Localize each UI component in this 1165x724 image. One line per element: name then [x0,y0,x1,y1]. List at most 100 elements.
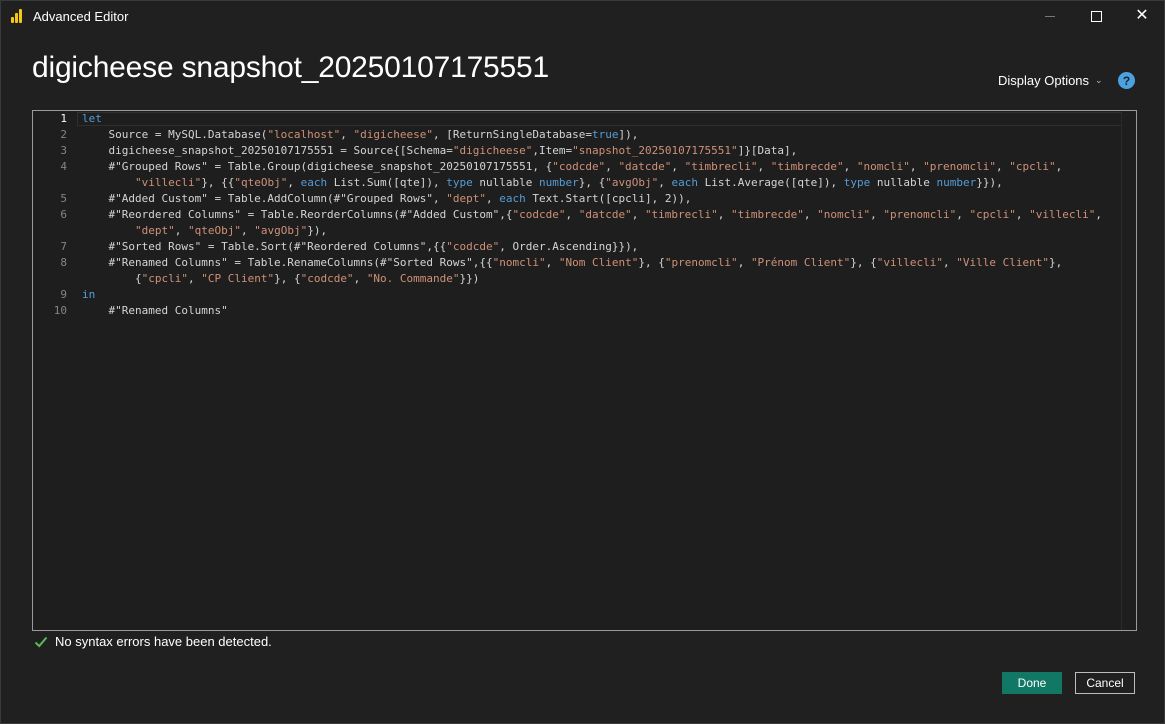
code-string: "localhost" [267,128,341,141]
code-string: "digicheese" [452,144,533,157]
code-text: #"Renamed Columns" = Table.RenameColumns… [82,256,493,269]
close-button[interactable]: ✕ [1119,1,1165,31]
line-number: 5 [60,192,67,205]
code-string: "digicheese" [353,128,434,141]
line-number: 10 [53,304,67,317]
code-text: #"Reordered Columns" = Table.ReorderColu… [82,208,513,221]
code-text: , [671,160,685,173]
line-number: 8 [60,256,67,269]
code-text: , [803,208,818,221]
code-string: "villecli" [876,256,944,269]
code-string: "qteObj" [234,176,288,189]
code-string: "prenomcli" [923,160,996,173]
code-text: , [757,160,771,173]
power-bi-logo-icon [11,9,25,23]
close-icon: ✕ [1135,7,1149,24]
window-title: Advanced Editor [33,9,129,24]
code-line: {"cpcli", "CP Client"}, {"codcde", "No. … [82,271,479,287]
code-text: }}) [459,272,480,285]
code-string: "dept" [134,224,175,237]
code-string: "datcde" [618,160,672,173]
code-text: , [956,208,970,221]
title-bar[interactable]: Advanced Editor ✕ [1,1,1164,31]
code-text: , [1015,208,1030,221]
line-number: 6 [60,208,67,221]
code-keyword: true [591,128,619,141]
code-text: }, { [850,256,877,269]
code-text: , [737,256,751,269]
code-text: #"Grouped Rows" = Table.Group(digicheese… [82,160,553,173]
code-text: }, { [638,256,665,269]
maximize-button[interactable] [1073,1,1119,31]
done-button[interactable]: Done [1002,672,1062,694]
current-line-highlight [77,112,1122,126]
advanced-editor-window: Advanced Editor ✕ digicheese snapshot_20… [0,0,1165,724]
vertical-scrollbar[interactable] [1121,111,1136,630]
maximize-icon [1090,10,1102,22]
code-text: , [943,256,957,269]
help-icon[interactable]: ? [1118,72,1135,89]
code-text: , Order.Ascending}}), [499,240,639,253]
code-string: "nomcli" [817,208,871,221]
code-editor[interactable]: 1 2 3 4 5 6 7 8 9 10 let Source = MySQL.Database(… [32,110,1137,631]
code-text: , [174,224,188,237]
code-string: "snapshot_20250107175551" [572,144,738,157]
code-string: "cpcli" [969,208,1016,221]
code-string: "avgObj" [605,176,659,189]
code-line: "dept", "qteObj", "avgObj"}), [82,223,327,239]
code-string: "nomcli" [492,256,546,269]
line-number: 4 [60,160,67,173]
code-string: "timbrecde" [731,208,804,221]
code-text: , [545,256,559,269]
code-line: #"Added Custom" = Table.AddColumn(#"Grou… [82,191,691,207]
code-text: digicheese_snapshot_20250107175551 = Sou… [82,144,453,157]
code-text: }, {{ [201,176,235,189]
code-text: }, [1048,256,1063,269]
code-string: "No. Commande" [366,272,460,285]
code-string: "dept" [446,192,486,205]
code-line: #"Reordered Columns" = Table.ReorderColu… [82,207,1101,223]
code-text: , [843,160,857,173]
minimize-button[interactable] [1027,1,1073,31]
code-string: "codcde" [552,160,606,173]
code-line: "villecli"}, {{"qteObj", each List.Sum([… [82,175,1003,191]
code-text: nullable [870,176,937,189]
code-text: }), [307,224,328,237]
code-text: ,Item= [532,144,573,157]
code-string: "cpcli" [141,272,188,285]
line-number: 3 [60,144,67,157]
code-text: ]), [618,128,639,141]
code-line: in [82,287,95,303]
display-options-dropdown[interactable]: Display Options ⌄ [998,73,1103,88]
code-text: , [353,272,367,285]
code-text: List.Average([qte]), [698,176,844,189]
code-text: , [995,160,1010,173]
code-string: "Ville Client" [956,256,1049,269]
code-string: "Prénom Client" [750,256,851,269]
code-text: , [717,208,732,221]
code-text: , [631,208,645,221]
code-string: "timbrecli" [684,160,758,173]
code-string: "timbrecde" [770,160,844,173]
line-number-gutter: 1 2 3 4 5 6 7 8 9 10 [33,111,73,630]
code-string: "villecli" [134,176,202,189]
code-line: Source = MySQL.Database("localhost", "di… [82,127,638,143]
code-keyword: type [843,176,871,189]
code-keyword: each [300,176,328,189]
code-text: , [240,224,255,237]
code-string: "codcde" [512,208,566,221]
code-string: "prenomcli" [883,208,957,221]
code-text: #"Sorted Rows" = Table.Sort(#"Reordered … [82,240,447,253]
code-string: "timbrecli" [644,208,718,221]
code-text: }, { [578,176,606,189]
line-number: 1 [60,112,67,125]
code-string: "qteObj" [187,224,241,237]
cancel-button[interactable]: Cancel [1075,672,1135,694]
code-text: , [1055,160,1063,173]
code-keyword: each [671,176,699,189]
code-keyword: type [446,176,473,189]
code-text: }}), [976,176,1003,189]
code-text: Text.Start([cpcli], 2)), [525,192,692,205]
